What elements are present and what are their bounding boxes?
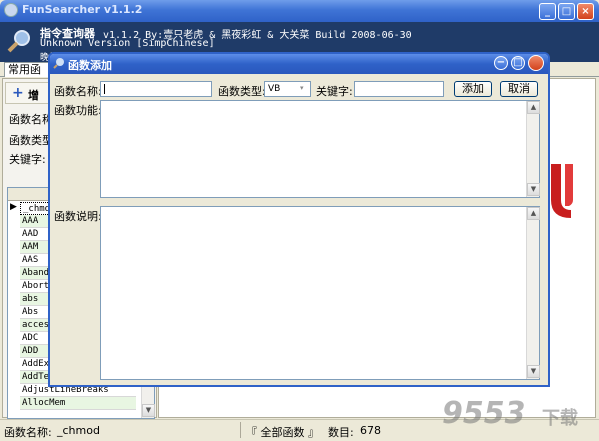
watermark: 9553 下载 — [442, 396, 592, 432]
status-count-label: 数目: — [328, 426, 354, 439]
dialog-type-label: 函数类型: — [218, 85, 266, 98]
keyword-field[interactable] — [354, 81, 444, 97]
dialog-keyword-label: 关键字: — [316, 85, 353, 98]
scroll-up-icon[interactable]: ▲ — [527, 207, 540, 220]
left-keyword-label: 关键字: — [9, 153, 46, 166]
description-textarea[interactable]: ▲ ▼ — [100, 206, 540, 380]
dialog-maximize-button[interactable]: □ — [511, 56, 525, 70]
scroll-down-icon[interactable]: ▼ — [527, 183, 540, 196]
dialog-minimize-button[interactable]: − — [494, 56, 508, 70]
current-row-marker: ▶ — [10, 202, 17, 212]
window-title: FunSearcher v1.1.2 — [22, 3, 143, 16]
list-item[interactable]: AllocMem — [20, 397, 136, 410]
function-name-field[interactable] — [100, 81, 212, 97]
function-scrollbar[interactable]: ▲ ▼ — [526, 101, 540, 197]
search-tool-icon — [6, 28, 32, 54]
function-type-select[interactable]: VB ▾ — [264, 81, 311, 97]
status-divider — [240, 422, 241, 438]
dialog-name-label: 函数名称: — [54, 85, 102, 98]
dialog-icon — [53, 57, 65, 69]
function-label: 函数功能: — [54, 104, 102, 117]
app-icon — [4, 3, 18, 17]
close-button[interactable]: × — [577, 3, 594, 20]
plus-icon: + — [12, 85, 24, 101]
text-caret — [104, 84, 105, 94]
dialog-title: 函数添加 — [68, 59, 112, 72]
unknown-version: Unknown Version [SimpChinese] — [40, 38, 215, 49]
scroll-down-icon[interactable]: ▼ — [527, 365, 540, 378]
dropdown-arrow-icon: ▾ — [300, 84, 304, 92]
dialog-title-bar: 函数添加 − □ — [50, 54, 548, 74]
status-count-value: 678 — [360, 424, 381, 437]
add-button[interactable]: 添加 — [454, 81, 492, 97]
description-label: 函数说明: — [54, 210, 102, 223]
add-button-label[interactable]: 增 — [28, 87, 39, 103]
dialog-close-button[interactable] — [528, 55, 544, 71]
maximize-button[interactable]: □ — [558, 3, 575, 20]
scroll-up-icon[interactable]: ▲ — [527, 101, 540, 114]
add-function-dialog: 函数添加 − □ 函数名称: 函数类型: VB ▾ 关键字: 添加 取消 函数功… — [48, 52, 550, 387]
left-name-label: 函数名称 — [9, 113, 53, 126]
watermark-text: 9553 — [442, 396, 526, 431]
scroll-down-icon[interactable]: ▼ — [142, 404, 155, 417]
status-name-label: 函数名称: — [4, 426, 52, 439]
watermark-sub: 下载 — [542, 408, 578, 429]
left-type-label: 函数类型 — [9, 134, 53, 147]
type-value: VB — [268, 84, 281, 94]
status-all-functions: 『 全部函数 』 — [246, 426, 319, 439]
tab-common[interactable]: 常用函 — [4, 62, 50, 77]
function-textarea[interactable]: ▲ ▼ — [100, 100, 540, 198]
status-name-value: _chmod — [57, 424, 100, 437]
main-title-bar: FunSearcher v1.1.2 _ □ × — [0, 0, 599, 22]
description-scrollbar[interactable]: ▲ ▼ — [526, 207, 540, 379]
minimize-button[interactable]: _ — [539, 3, 556, 20]
brand-logo-mark — [549, 160, 577, 218]
cancel-button[interactable]: 取消 — [500, 81, 538, 97]
